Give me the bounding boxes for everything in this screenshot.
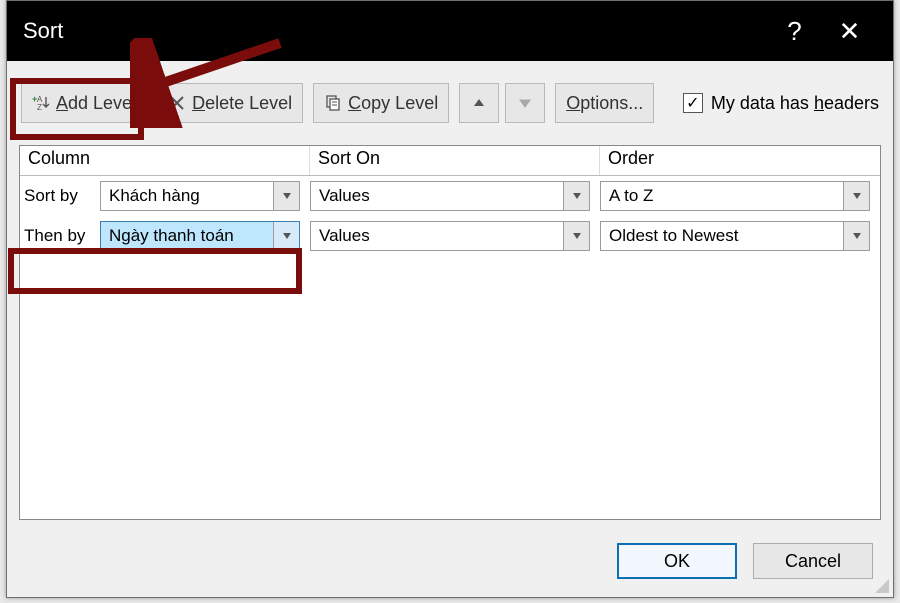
- sort-level-row: Sort by Khách hàng Values A to Z: [20, 176, 880, 216]
- col-header-column: Column: [20, 146, 310, 175]
- move-down-button[interactable]: [505, 83, 545, 123]
- triangle-up-icon: [472, 96, 486, 110]
- chevron-down-icon: [843, 222, 869, 250]
- grid-header-row: Column Sort On Order: [20, 146, 880, 176]
- row-label: Then by: [20, 226, 100, 246]
- column-dropdown[interactable]: Ngày thanh toán: [100, 221, 300, 251]
- delete-level-button[interactable]: Delete Level: [157, 83, 303, 123]
- help-button[interactable]: ?: [767, 16, 822, 47]
- order-dropdown[interactable]: Oldest to Newest: [600, 221, 870, 251]
- delete-level-icon: [168, 94, 186, 112]
- dialog-titlebar: Sort ? ✕: [7, 1, 893, 61]
- sort-toolbar: + A Z Add Level Delete Level: [7, 61, 893, 145]
- chevron-down-icon: [563, 182, 589, 210]
- sorton-dropdown[interactable]: Values: [310, 221, 590, 251]
- order-value: Oldest to Newest: [601, 226, 843, 246]
- chevron-down-icon: [273, 222, 299, 250]
- close-button[interactable]: ✕: [822, 16, 877, 47]
- col-header-order: Order: [600, 146, 880, 175]
- move-up-button[interactable]: [459, 83, 499, 123]
- order-value: A to Z: [601, 186, 843, 206]
- column-dropdown[interactable]: Khách hàng: [100, 181, 300, 211]
- sorton-value: Values: [311, 186, 563, 206]
- add-level-icon: + A Z: [32, 94, 50, 112]
- column-value: Ngày thanh toán: [101, 226, 273, 246]
- copy-level-label: Copy Level: [348, 93, 438, 114]
- chevron-down-icon: [563, 222, 589, 250]
- column-value: Khách hàng: [101, 186, 273, 206]
- dialog-footer: OK Cancel: [7, 520, 893, 597]
- add-level-label: Add Level: [56, 93, 136, 114]
- headers-label: My data has headers: [711, 93, 879, 114]
- cancel-button[interactable]: Cancel: [753, 543, 873, 579]
- row-label: Sort by: [20, 186, 100, 206]
- order-dropdown[interactable]: A to Z: [600, 181, 870, 211]
- chevron-down-icon: [273, 182, 299, 210]
- dialog-title: Sort: [23, 18, 767, 44]
- svg-text:Z: Z: [37, 103, 42, 112]
- options-label: Options...: [566, 93, 643, 114]
- sort-level-grid: Column Sort On Order Sort by Khách hàng …: [19, 145, 881, 520]
- sort-dialog: Sort ? ✕ + A Z Add Level Delete Level: [6, 0, 894, 598]
- sort-level-row: Then by Ngày thanh toán Values Oldest to…: [20, 216, 880, 256]
- headers-checkbox[interactable]: ✓: [683, 93, 703, 113]
- col-header-sorton: Sort On: [310, 146, 600, 175]
- ok-button[interactable]: OK: [617, 543, 737, 579]
- options-button[interactable]: Options...: [555, 83, 654, 123]
- delete-level-label: Delete Level: [192, 93, 292, 114]
- sorton-dropdown[interactable]: Values: [310, 181, 590, 211]
- copy-level-icon: [324, 94, 342, 112]
- add-level-button[interactable]: + A Z Add Level: [21, 83, 147, 123]
- copy-level-button[interactable]: Copy Level: [313, 83, 449, 123]
- chevron-down-icon: [843, 182, 869, 210]
- triangle-down-icon: [518, 96, 532, 110]
- resize-grip-icon[interactable]: [875, 579, 889, 593]
- sorton-value: Values: [311, 226, 563, 246]
- headers-checkbox-wrap[interactable]: ✓ My data has headers: [683, 93, 879, 114]
